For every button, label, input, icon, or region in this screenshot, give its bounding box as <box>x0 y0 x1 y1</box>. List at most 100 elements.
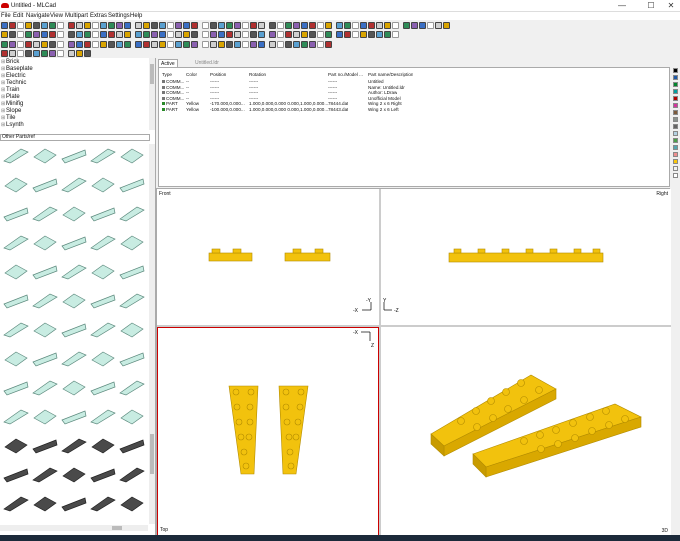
toolbar-button[interactable] <box>226 22 233 29</box>
part-thumbnail[interactable] <box>119 437 145 454</box>
column-header[interactable]: Part name/Description <box>368 72 413 77</box>
table-cell[interactable]: ------ <box>249 96 258 101</box>
toolbar-button[interactable] <box>218 31 225 38</box>
menu-settings[interactable]: Settings <box>108 13 130 19</box>
table-cell[interactable]: ------ <box>210 90 219 95</box>
toolbar-button[interactable] <box>143 31 150 38</box>
toolbar-button[interactable] <box>9 22 16 29</box>
toolbar-button[interactable] <box>202 41 209 48</box>
toolbar-button[interactable] <box>403 22 410 29</box>
toolbar-button[interactable] <box>258 41 265 48</box>
toolbar-button[interactable] <box>191 41 198 48</box>
toolbar-button[interactable] <box>210 41 217 48</box>
part-thumbnail[interactable] <box>61 495 87 512</box>
toolbar-button[interactable] <box>175 22 182 29</box>
toolbar-button[interactable] <box>1 41 8 48</box>
toolbar-button[interactable] <box>76 31 83 38</box>
toolbar-button[interactable] <box>277 41 284 48</box>
toolbar-button[interactable] <box>352 31 359 38</box>
color-swatch[interactable] <box>673 152 678 157</box>
color-swatch[interactable] <box>673 124 678 129</box>
toolbar-button[interactable] <box>191 31 198 38</box>
tab-untitled[interactable]: Untitled.ldr <box>193 59 221 67</box>
toolbar-button[interactable] <box>317 22 324 29</box>
part-thumbnail[interactable] <box>3 147 29 164</box>
toolbar-button[interactable] <box>443 22 450 29</box>
table-cell[interactable]: -- <box>186 96 189 101</box>
3d-viewport[interactable]: 3D <box>381 327 671 536</box>
toolbar-button[interactable] <box>360 22 367 29</box>
part-filter-field[interactable]: Other Parts/ref <box>0 134 150 141</box>
toolbar-button[interactable] <box>285 41 292 48</box>
toolbar-button[interactable] <box>258 22 265 29</box>
toolbar-button[interactable] <box>108 31 115 38</box>
toolbar-button[interactable] <box>159 41 166 48</box>
right-viewport[interactable]: Right Y -Z <box>381 189 671 325</box>
toolbar-button[interactable] <box>191 22 198 29</box>
part-thumbnail[interactable] <box>3 495 29 512</box>
table-cell[interactable]: -170.000,0.000... <box>210 101 245 106</box>
part-thumbnail[interactable] <box>61 466 87 483</box>
column-header[interactable]: Part no./Model ... <box>328 72 363 77</box>
table-cell[interactable]: ------ <box>249 85 258 90</box>
color-swatch[interactable] <box>673 131 678 136</box>
menu-file[interactable]: File <box>1 13 11 19</box>
toolbar-button[interactable] <box>84 31 91 38</box>
toolbar-button[interactable] <box>234 41 241 48</box>
table-cell[interactable]: -- <box>186 90 189 95</box>
toolbar-button[interactable] <box>76 22 83 29</box>
toolbar-button[interactable] <box>159 22 166 29</box>
part-thumbnail[interactable] <box>32 379 58 396</box>
color-swatch[interactable] <box>673 110 678 115</box>
part-thumbnail[interactable] <box>90 176 116 193</box>
toolbar-button[interactable] <box>175 41 182 48</box>
scrollbar-thumb[interactable] <box>150 64 154 84</box>
toolbar-button[interactable] <box>325 31 332 38</box>
color-swatch[interactable] <box>673 166 678 171</box>
color-swatch[interactable] <box>673 103 678 108</box>
toolbar-button[interactable] <box>344 22 351 29</box>
toolbar-button[interactable] <box>234 31 241 38</box>
part-thumbnail[interactable] <box>61 321 87 338</box>
color-swatch[interactable] <box>673 138 678 143</box>
toolbar-button[interactable] <box>108 41 115 48</box>
part-thumbnail[interactable] <box>119 408 145 425</box>
part-thumbnail[interactable] <box>32 205 58 222</box>
table-cell[interactable]: ------ <box>210 85 219 90</box>
toolbar-button[interactable] <box>242 31 249 38</box>
color-swatch[interactable] <box>673 75 678 80</box>
column-header[interactable]: Rotation <box>249 72 266 77</box>
category-item[interactable]: ⊞Minifig <box>1 101 23 108</box>
toolbar-button[interactable] <box>135 41 142 48</box>
toolbar-button[interactable] <box>269 22 276 29</box>
toolbar-button[interactable] <box>435 22 442 29</box>
part-thumbnail[interactable] <box>32 263 58 280</box>
toolbar-button[interactable] <box>92 31 99 38</box>
table-cell[interactable]: Wing 2 x 6 Right <box>368 101 402 106</box>
part-thumbnail[interactable] <box>61 408 87 425</box>
part-thumbnail[interactable] <box>3 234 29 251</box>
category-item[interactable]: ⊞Baseplate <box>1 66 33 73</box>
toolbar-button[interactable] <box>392 31 399 38</box>
category-item[interactable]: ⊞Slope <box>1 108 21 115</box>
scrollbar-thumb[interactable] <box>150 434 154 474</box>
toolbar-button[interactable] <box>175 31 182 38</box>
table-cell[interactable]: -- <box>186 85 189 90</box>
table-cell[interactable]: -100.000,0.000... <box>210 107 245 112</box>
table-cell[interactable]: ------ <box>210 79 219 84</box>
table-cell[interactable]: Wing 2 x 6 Left <box>368 107 399 112</box>
part-thumbnail[interactable] <box>3 205 29 222</box>
table-cell[interactable]: ------ <box>328 90 337 95</box>
toolbar-button[interactable] <box>76 50 83 57</box>
toolbar-button[interactable] <box>167 41 174 48</box>
toolbar-button[interactable] <box>269 31 276 38</box>
table-cell[interactable]: ------ <box>328 85 337 90</box>
table-cell[interactable]: -- <box>186 79 189 84</box>
color-swatch[interactable] <box>673 173 678 178</box>
toolbar-button[interactable] <box>419 22 426 29</box>
toolbar-button[interactable] <box>202 31 209 38</box>
part-thumbnail[interactable] <box>3 408 29 425</box>
toolbar-button[interactable] <box>277 31 284 38</box>
tab-active-model[interactable]: Active Model <box>158 59 178 75</box>
part-thumbnail[interactable] <box>3 176 29 193</box>
